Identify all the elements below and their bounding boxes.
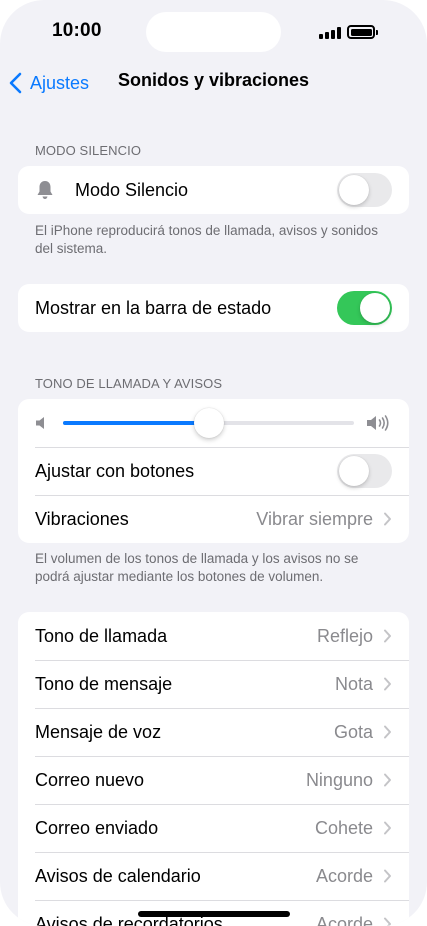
- volume-slider-thumb[interactable]: [193, 408, 224, 438]
- sound-row-value: Cohete: [314, 817, 373, 838]
- sound-row[interactable]: Mensaje de voz Gota: [18, 708, 409, 756]
- sound-row-value: Acorde: [315, 865, 373, 886]
- screen: 10:00 Ajustes Sonidos y vibraciones MODO…: [0, 0, 427, 926]
- silent-mode-toggle[interactable]: [337, 173, 392, 207]
- sound-row-value: Reflejo: [316, 625, 373, 646]
- ringtone-alerts-footer: El volumen de los tonos de llamada y los…: [35, 551, 359, 584]
- show-in-status-bar-label: Mostrar en la barra de estado: [35, 297, 272, 318]
- sound-row-value: Gota: [333, 721, 373, 742]
- silent-mode-row[interactable]: Modo Silencio: [18, 166, 409, 214]
- sound-row-label: Tono de llamada: [35, 625, 168, 646]
- adjust-with-buttons-toggle[interactable]: [337, 454, 392, 488]
- sound-row-value: Ninguno: [305, 769, 373, 790]
- vibrations-row[interactable]: Vibraciones Vibrar siempre: [18, 495, 409, 543]
- dynamic-island: [146, 12, 281, 52]
- sound-row-value: Nota: [334, 673, 373, 694]
- adjust-with-buttons-row[interactable]: Ajustar con botones: [18, 447, 409, 495]
- chevron-right-icon: [384, 512, 391, 526]
- section-header-ringtone-alerts: TONO DE LLAMADA Y AVISOS: [35, 376, 223, 391]
- page-title: Sonidos y vibraciones: [117, 70, 310, 90]
- chevron-right-icon: [384, 869, 391, 883]
- battery-icon: [347, 25, 378, 39]
- chevron-right-icon: [384, 773, 391, 787]
- adjust-with-buttons-label: Ajustar con botones: [35, 460, 195, 481]
- section-header-silent-mode: MODO SILENCIO: [35, 143, 142, 158]
- sound-row[interactable]: Correo enviado Cohete: [18, 804, 409, 852]
- sound-row[interactable]: Avisos de calendario Acorde: [18, 852, 409, 900]
- sound-row[interactable]: Tono de llamada Reflejo: [18, 612, 409, 660]
- status-time: 10:00: [52, 20, 102, 41]
- home-indicator[interactable]: [138, 911, 290, 917]
- volume-slider-row: [18, 399, 409, 447]
- show-in-status-bar-toggle[interactable]: [337, 291, 392, 325]
- volume-slider-fill: [63, 421, 209, 425]
- show-in-status-bar-row[interactable]: Mostrar en la barra de estado: [18, 284, 409, 332]
- speaker-high-icon: [367, 415, 389, 431]
- volume-slider[interactable]: [63, 406, 354, 440]
- chevron-right-icon: [384, 725, 391, 739]
- sound-row[interactable]: Tono de mensaje Nota: [18, 660, 409, 708]
- sound-row[interactable]: Correo nuevo Ninguno: [18, 756, 409, 804]
- chevron-right-icon: [384, 917, 391, 926]
- sound-row-label: Correo nuevo: [35, 769, 145, 790]
- sound-row-label: Correo enviado: [35, 817, 159, 838]
- sound-row-value: Acorde: [315, 913, 373, 926]
- sounds-group: Tono de llamada Reflejo Tono de mensaje Not…: [18, 612, 409, 926]
- sound-row-label: Tono de mensaje: [35, 673, 173, 694]
- vibrations-label: Vibraciones: [35, 508, 129, 529]
- vibrations-value: Vibrar siempre: [256, 508, 373, 529]
- chevron-right-icon: [384, 629, 391, 643]
- sound-row-label: Mensaje de voz: [35, 721, 162, 742]
- speaker-low-icon: [36, 417, 44, 429]
- ringtone-alerts-group: Ajustar con botones Vibraciones Vibrar s…: [18, 399, 409, 543]
- sound-row-label: Avisos de calendario: [35, 865, 201, 886]
- silent-mode-footer: El iPhone reproducirá tonos de llamada, …: [35, 223, 378, 256]
- chevron-right-icon: [384, 677, 391, 691]
- silent-mode-group: Modo Silencio: [18, 166, 409, 214]
- cellular-signal-icon: [319, 27, 341, 39]
- silent-mode-label: Modo Silencio: [75, 179, 189, 200]
- chevron-right-icon: [384, 821, 391, 835]
- bell-icon: [37, 181, 53, 199]
- status-bar-group: Mostrar en la barra de estado: [18, 284, 409, 332]
